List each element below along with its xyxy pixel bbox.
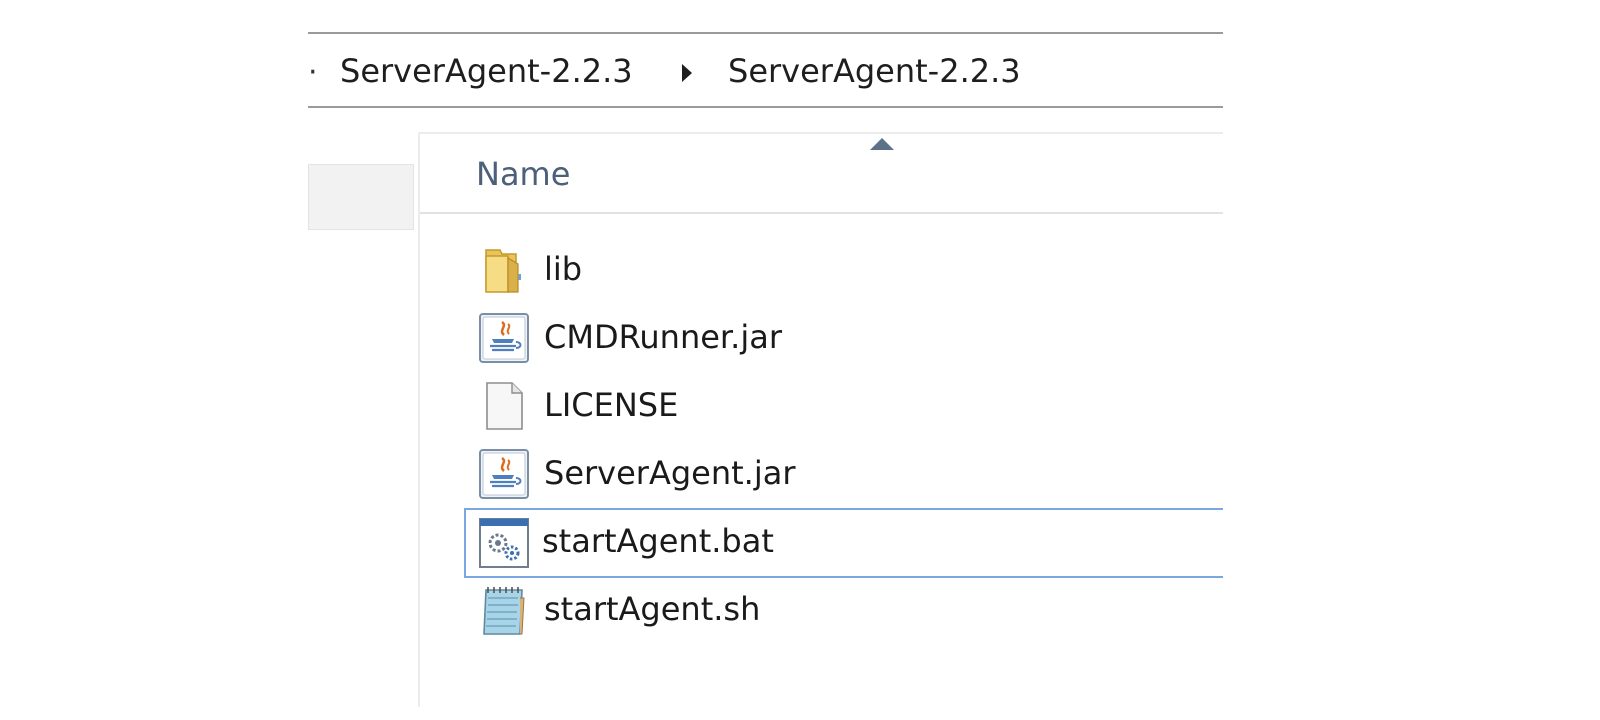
file-name: ServerAgent.jar xyxy=(544,454,796,492)
file-name: CMDRunner.jar xyxy=(544,318,782,356)
column-header-label: Name xyxy=(476,155,571,193)
text-file-icon xyxy=(478,584,530,636)
list-item-license[interactable]: LICENSE xyxy=(466,372,1223,442)
blank-file-icon xyxy=(478,380,530,432)
breadcrumb-chevron-icon[interactable] xyxy=(682,64,692,82)
file-list-pane: Name lib CMDRunner.jar LICENSE ServerAge… xyxy=(418,132,1223,707)
list-item-cmdrunner-jar[interactable]: CMDRunner.jar xyxy=(466,304,1223,374)
batch-file-icon xyxy=(478,517,530,569)
list-item-lib[interactable]: lib xyxy=(466,236,1223,306)
file-name: startAgent.sh xyxy=(544,590,761,628)
address-bar[interactable]: · ServerAgent-2.2.3 ServerAgent-2.2.3 xyxy=(308,32,1223,108)
java-jar-icon xyxy=(478,312,530,364)
list-item-serveragent-jar[interactable]: ServerAgent.jar xyxy=(466,440,1223,510)
list-item-startagent-sh[interactable]: startAgent.sh xyxy=(466,576,1223,646)
folder-icon xyxy=(478,244,530,296)
file-name: startAgent.bat xyxy=(542,522,774,560)
breadcrumb-serveragent-current[interactable]: ServerAgent-2.2.3 xyxy=(728,51,1021,91)
breadcrumb-serveragent-parent[interactable]: ServerAgent-2.2.3 xyxy=(340,51,633,91)
navigation-pane-item[interactable] xyxy=(308,164,414,230)
java-jar-icon xyxy=(478,448,530,500)
breadcrumb-overflow[interactable]: · xyxy=(308,58,318,88)
list-item-startagent-bat[interactable]: startAgent.bat xyxy=(464,508,1223,578)
file-name: lib xyxy=(544,250,583,288)
column-header-name[interactable]: Name xyxy=(420,134,1223,214)
sort-ascending-icon xyxy=(870,138,894,150)
explorer-window: · ServerAgent-2.2.3 ServerAgent-2.2.3 Na… xyxy=(308,32,1223,707)
file-name: LICENSE xyxy=(544,386,679,424)
